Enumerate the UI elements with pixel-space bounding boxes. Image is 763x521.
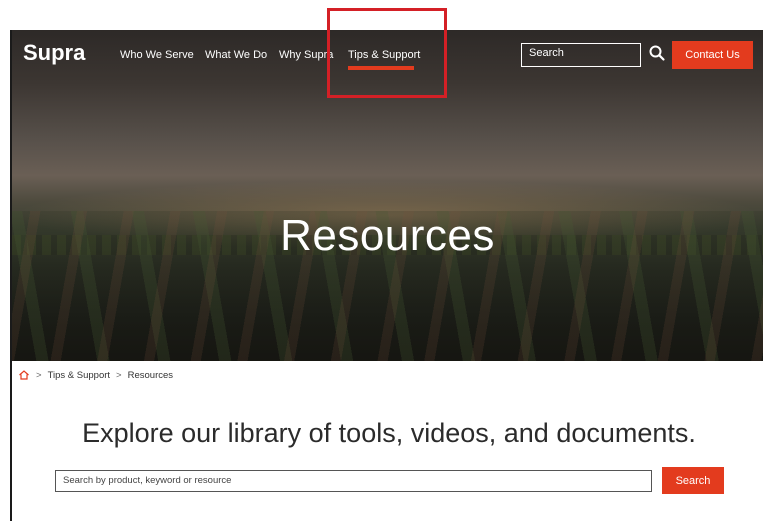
hero-title: Resources	[280, 211, 495, 260]
breadcrumb: > Tips & Support > Resources	[18, 369, 173, 381]
header-search-input[interactable]: Search	[521, 43, 641, 67]
highlight-annotation-box	[327, 8, 447, 98]
nav-what-we-do[interactable]: What We Do	[205, 49, 267, 61]
resource-search-input[interactable]: Search by product, keyword or resource	[55, 470, 652, 492]
supra-logo[interactable]: Supra	[23, 40, 85, 66]
breadcrumb-separator: >	[116, 369, 122, 381]
breadcrumb-resources: Resources	[127, 369, 174, 381]
page-heading: Explore our library of tools, videos, an…	[82, 418, 696, 448]
breadcrumb-tips-support[interactable]: Tips & Support	[48, 370, 110, 381]
nav-who-we-serve[interactable]: Who We Serve	[120, 49, 194, 61]
resource-search-button[interactable]: Search	[662, 467, 724, 494]
breadcrumb-separator: >	[36, 369, 42, 381]
contact-us-button[interactable]: Contact Us	[672, 41, 753, 69]
home-icon[interactable]	[18, 369, 30, 381]
nav-why-supra[interactable]: Why Supra	[279, 49, 333, 61]
search-icon[interactable]	[648, 44, 666, 62]
